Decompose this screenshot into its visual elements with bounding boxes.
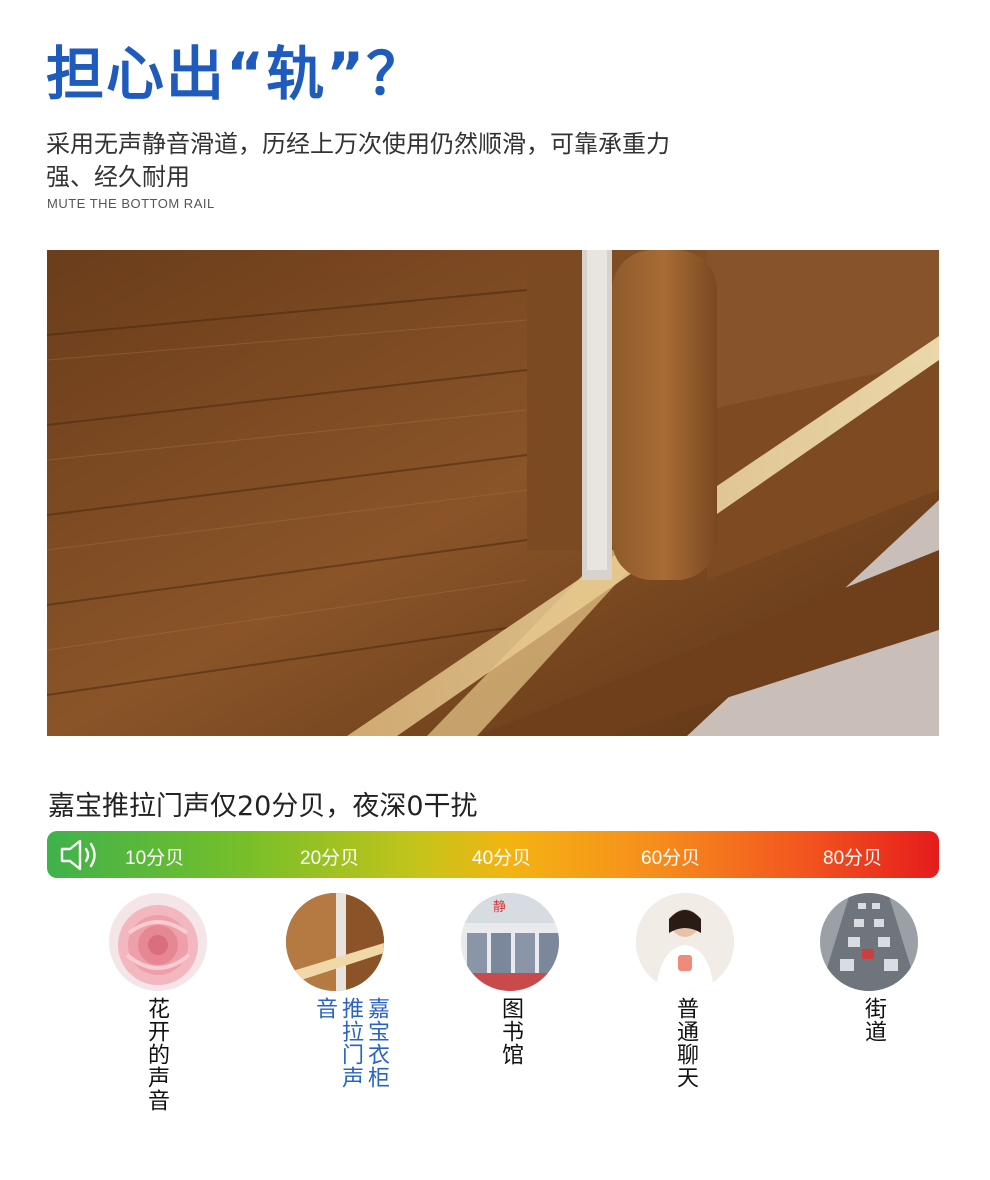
wardrobe-icon bbox=[286, 893, 384, 991]
decibel-scale-bar: 10分贝 20分贝 40分贝 60分贝 80分贝 bbox=[47, 831, 939, 878]
rose-icon bbox=[109, 893, 207, 991]
source-label-flower: 花开的声音 bbox=[144, 997, 169, 1112]
scale-tick-80db: 80分贝 bbox=[823, 848, 883, 869]
svg-text:静: 静 bbox=[493, 900, 506, 915]
scale-tick-40db: 40分贝 bbox=[472, 848, 532, 869]
source-label-library: 图书馆 bbox=[498, 997, 523, 1066]
library-icon: 静 bbox=[461, 893, 559, 991]
sliding-door-rail-photo bbox=[47, 250, 939, 736]
source-label-wardrobe-door: 嘉宝衣柜推拉门声音 bbox=[312, 997, 389, 1089]
chatting-woman-icon bbox=[636, 893, 734, 991]
source-label-street: 街道 bbox=[861, 997, 886, 1043]
source-label-conversation: 普通聊天 bbox=[673, 997, 698, 1089]
scale-tick-20db: 20分贝 bbox=[300, 848, 360, 869]
speaker-icon bbox=[59, 837, 103, 873]
street-traffic-icon bbox=[820, 893, 918, 991]
feature-description: 采用无声静音滑道，历经上万次使用仍然顺滑，可靠承重力强、经久耐用 bbox=[46, 130, 670, 191]
page-title: 担心出“轨”？ bbox=[46, 40, 427, 108]
scale-tick-10db: 10分贝 bbox=[125, 848, 185, 869]
scale-tick-60db: 60分贝 bbox=[641, 848, 701, 869]
noise-level-claim: 嘉宝推拉门声仅20分贝，夜深0干扰 bbox=[48, 791, 478, 822]
feature-description-english: MUTE THE BOTTOM RAIL bbox=[47, 196, 215, 211]
